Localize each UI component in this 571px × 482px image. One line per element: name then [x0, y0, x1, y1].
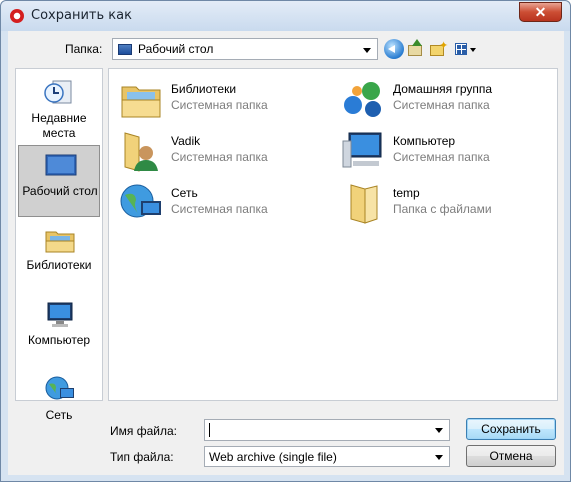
opera-icon — [10, 9, 24, 23]
list-item[interactable]: Домашняя группа Системная папка — [335, 73, 555, 123]
folder-dropdown[interactable]: Рабочий стол — [112, 38, 378, 60]
item-type: Системная папка — [393, 98, 490, 112]
filetype-label: Тип файла: — [110, 450, 174, 464]
list-item[interactable]: Vadik Системная папка — [113, 125, 333, 175]
list-item[interactable]: temp Папка с файлами — [335, 177, 555, 227]
filename-input[interactable] — [204, 419, 450, 441]
views-menu-icon[interactable] — [454, 39, 478, 59]
libraries-icon — [121, 86, 161, 118]
filetype-select[interactable]: Web archive (single file) — [204, 446, 450, 467]
list-item[interactable]: Библиотеки Системная папка — [113, 73, 333, 123]
folder-label: Папка: — [65, 42, 103, 56]
place-label: Рабочий стол — [22, 184, 98, 198]
computer-icon — [47, 302, 73, 327]
chevron-down-icon — [435, 455, 443, 460]
list-item[interactable]: Сеть Системная папка — [113, 177, 333, 227]
chevron-down-icon[interactable] — [435, 428, 443, 433]
place-label: Компьютер — [27, 333, 91, 347]
item-type: Системная папка — [171, 98, 268, 112]
list-item[interactable]: Компьютер Системная папка — [335, 125, 555, 175]
cancel-button[interactable]: Отмена — [466, 445, 556, 467]
chevron-down-icon — [363, 48, 371, 53]
new-folder-icon[interactable]: ✦ — [428, 39, 448, 59]
text-caret — [209, 423, 210, 437]
back-arrow-icon[interactable] — [384, 39, 404, 59]
computer-icon — [342, 132, 382, 168]
item-name: Библиотеки — [171, 82, 237, 96]
desktop-icon — [118, 44, 132, 55]
place-network[interactable]: Сеть — [18, 370, 100, 442]
place-label: Сеть — [45, 408, 73, 422]
place-label: Недавние места — [31, 111, 87, 140]
place-libraries[interactable]: Библиотеки — [18, 220, 100, 292]
folder-dropdown-value: Рабочий стол — [138, 42, 214, 56]
window-title: Сохранить как — [31, 8, 132, 23]
save-button[interactable]: Сохранить — [466, 418, 556, 440]
place-computer[interactable]: Компьютер — [18, 295, 100, 367]
item-name: Vadik — [171, 134, 201, 148]
file-list: Библиотеки Системная папка Домашняя груп… — [108, 68, 558, 401]
libraries-icon — [45, 231, 75, 253]
item-name: Домашняя группа — [393, 82, 493, 96]
place-recent[interactable]: Недавние места — [18, 73, 100, 145]
folder-icon — [350, 184, 378, 224]
item-type: Системная папка — [393, 150, 490, 164]
item-type: Системная папка — [171, 150, 268, 164]
up-folder-icon[interactable] — [406, 39, 426, 59]
desktop-icon — [45, 154, 77, 176]
network-icon — [45, 376, 74, 400]
place-label: Библиотеки — [26, 258, 92, 272]
item-name: temp — [393, 186, 420, 200]
place-desktop[interactable]: Рабочий стол — [18, 145, 100, 217]
dialog-body: Папка: Рабочий стол ✦ Недавние места Раб… — [8, 31, 564, 475]
user-folder-icon — [124, 132, 158, 172]
item-type: Системная папка — [171, 202, 268, 216]
homegroup-icon — [344, 82, 381, 117]
item-name: Сеть — [171, 186, 198, 200]
item-name: Компьютер — [393, 134, 456, 148]
filetype-value: Web archive (single file) — [209, 450, 337, 464]
title-bar[interactable]: Сохранить как ✕ — [1, 1, 570, 31]
filename-label: Имя файла: — [110, 424, 177, 438]
recent-places-icon — [44, 80, 72, 104]
network-icon — [120, 184, 161, 218]
places-bar: Недавние места Рабочий стол Библиотеки К… — [15, 68, 103, 422]
item-type: Папка с файлами — [393, 202, 492, 216]
close-button[interactable]: ✕ — [519, 2, 562, 22]
save-as-dialog: Сохранить как ✕ Папка: Рабочий стол ✦ Не… — [0, 0, 571, 482]
